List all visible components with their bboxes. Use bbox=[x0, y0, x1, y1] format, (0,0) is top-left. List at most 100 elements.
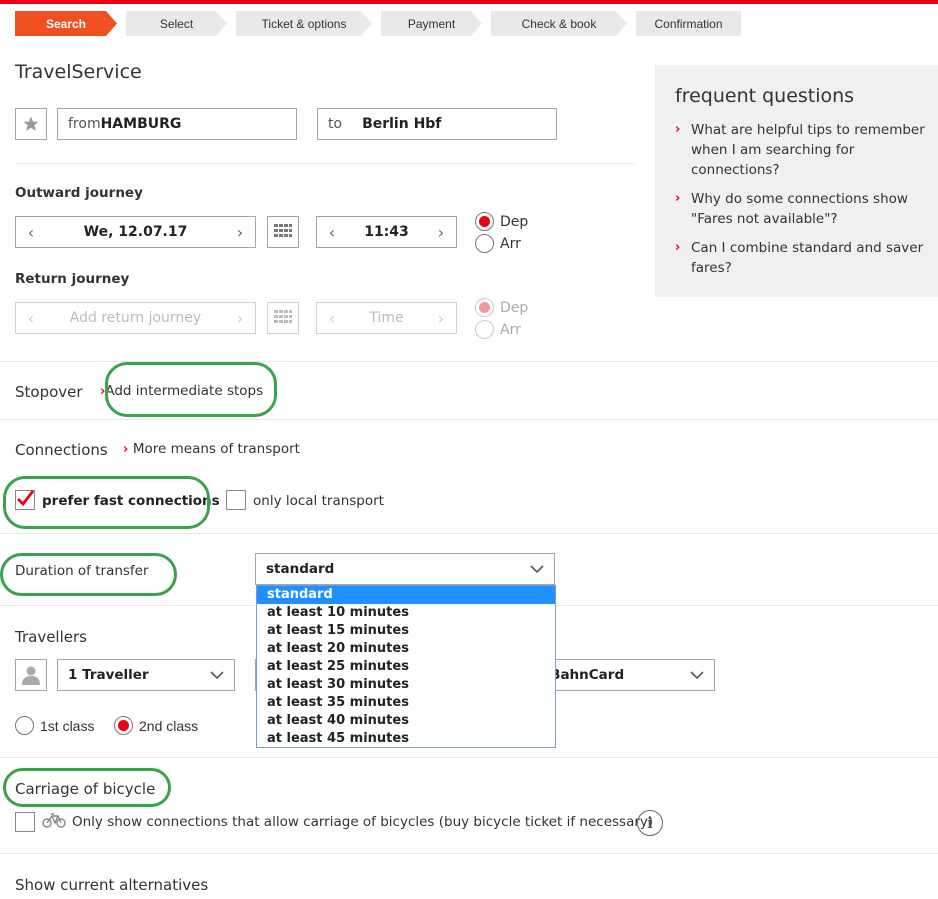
return-calendar-button[interactable] bbox=[267, 302, 299, 334]
outward-arr-label: Arr bbox=[500, 236, 521, 252]
bicycle-label: Only show connections that allow carriag… bbox=[72, 814, 654, 830]
chevron-right-icon[interactable]: › bbox=[426, 303, 456, 333]
highlight-ring bbox=[3, 768, 171, 807]
faq-item[interactable]: › Can I combine standard and saver fares? bbox=[675, 238, 925, 278]
chevron-down-icon bbox=[210, 671, 224, 680]
calendar-grid-icon bbox=[274, 224, 292, 237]
traveller-avatar bbox=[15, 659, 47, 691]
dropdown-option[interactable]: at least 20 minutes bbox=[257, 640, 555, 658]
travellers-label: Travellers bbox=[15, 628, 87, 646]
dropdown-option[interactable]: at least 30 minutes bbox=[257, 676, 555, 694]
return-dep-label: Dep bbox=[500, 300, 529, 316]
step-check-book[interactable]: Check & book bbox=[491, 11, 627, 36]
outward-dep-label: Dep bbox=[500, 214, 529, 230]
chevron-right-icon: › bbox=[675, 122, 681, 137]
faq-item[interactable]: › What are helpful tips to remember when … bbox=[675, 120, 925, 180]
return-arr-label: Arr bbox=[500, 322, 521, 338]
chevron-left-icon[interactable]: ‹ bbox=[16, 303, 46, 333]
step-select[interactable]: Select bbox=[126, 11, 227, 36]
transfer-selected-value: standard bbox=[266, 561, 335, 577]
first-class-label: 1st class bbox=[40, 718, 95, 734]
dropdown-option[interactable]: at least 40 minutes bbox=[257, 712, 555, 730]
favorite-button[interactable] bbox=[15, 108, 47, 140]
dropdown-option[interactable]: at least 10 minutes bbox=[257, 604, 555, 622]
faq-item-text: Why do some connections show "Fares not … bbox=[691, 191, 908, 227]
return-dep-radio[interactable] bbox=[475, 298, 494, 317]
second-class-radio[interactable] bbox=[114, 716, 133, 735]
star-icon bbox=[23, 116, 39, 131]
chevron-right-icon[interactable]: › bbox=[426, 217, 456, 247]
faq-item-text: Can I combine standard and saver fares? bbox=[691, 240, 924, 276]
divider bbox=[0, 853, 938, 854]
person-icon bbox=[22, 666, 40, 685]
dropdown-option[interactable]: at least 15 minutes bbox=[257, 622, 555, 640]
divider bbox=[0, 533, 938, 534]
dropdown-option[interactable]: standard bbox=[257, 586, 555, 604]
traveller-count-select[interactable]: 1 Traveller bbox=[57, 659, 235, 691]
divider bbox=[0, 757, 938, 758]
top-accent-bar bbox=[0, 0, 938, 4]
outward-journey-label: Outward journey bbox=[15, 185, 143, 201]
return-time-picker[interactable]: ‹ Time › bbox=[316, 302, 457, 334]
highlight-ring bbox=[0, 553, 177, 596]
return-arr-radio[interactable] bbox=[475, 320, 494, 339]
return-journey-label: Return journey bbox=[15, 271, 130, 287]
outward-time-picker[interactable]: ‹ 11:43 › bbox=[316, 216, 457, 248]
from-prefix: from bbox=[68, 116, 101, 132]
outward-calendar-button[interactable] bbox=[267, 216, 299, 248]
traveller-count-value: 1 Traveller bbox=[68, 667, 149, 683]
chevron-down-icon bbox=[530, 565, 544, 574]
only-local-label: only local transport bbox=[253, 493, 384, 509]
dropdown-option[interactable]: at least 45 minutes bbox=[257, 730, 555, 748]
return-time-placeholder: Time bbox=[369, 310, 404, 326]
dropdown-option[interactable]: at least 25 minutes bbox=[257, 658, 555, 676]
outward-date: We, 12.07.17 bbox=[83, 224, 188, 240]
highlight-ring bbox=[105, 362, 277, 417]
step-confirmation[interactable]: Confirmation bbox=[636, 11, 741, 36]
transfer-duration-select[interactable]: standard bbox=[255, 553, 555, 585]
transfer-duration-dropdown: standard at least 10 minutes at least 15… bbox=[256, 585, 556, 748]
chevron-left-icon[interactable]: ‹ bbox=[317, 303, 347, 333]
bicycle-icon bbox=[42, 813, 66, 828]
highlight-ring bbox=[3, 476, 210, 529]
to-prefix: to bbox=[328, 116, 343, 132]
return-date-picker[interactable]: ‹ Add return journey › bbox=[15, 302, 256, 334]
to-value: Berlin Hbf bbox=[362, 116, 442, 132]
show-current-alternatives[interactable]: Show current alternatives bbox=[15, 876, 208, 894]
calendar-grid-icon bbox=[274, 310, 292, 323]
chevron-left-icon[interactable]: ‹ bbox=[16, 217, 46, 247]
chevron-down-icon bbox=[690, 671, 704, 680]
divider bbox=[0, 419, 938, 420]
return-date-placeholder: Add return journey bbox=[69, 310, 202, 326]
chevron-left-icon[interactable]: ‹ bbox=[317, 217, 347, 247]
outward-time: 11:43 bbox=[364, 224, 409, 240]
step-ticket-options[interactable]: Ticket & options bbox=[236, 11, 372, 36]
info-icon[interactable]: i bbox=[637, 810, 663, 836]
from-field[interactable]: from HAMBURG bbox=[57, 108, 297, 140]
second-class-label: 2nd class bbox=[139, 718, 199, 734]
to-field[interactable]: to Berlin Hbf bbox=[317, 108, 557, 140]
step-payment[interactable]: Payment bbox=[381, 11, 482, 36]
outward-dep-radio[interactable] bbox=[475, 212, 494, 231]
outward-date-picker[interactable]: ‹ We, 12.07.17 › bbox=[15, 216, 256, 248]
chevron-right-icon[interactable]: › bbox=[225, 217, 255, 247]
connections-label: Connections bbox=[15, 441, 108, 459]
bicycle-checkbox[interactable] bbox=[15, 812, 35, 832]
step-search[interactable]: Search bbox=[15, 11, 117, 36]
stopover-label: Stopover bbox=[15, 383, 83, 401]
faq-item[interactable]: › Why do some connections show "Fares not… bbox=[675, 189, 925, 229]
more-means-label: More means of transport bbox=[132, 441, 300, 457]
only-local-checkbox[interactable] bbox=[226, 490, 246, 510]
dropdown-option[interactable]: at least 35 minutes bbox=[257, 694, 555, 712]
faq-title: frequent questions bbox=[675, 85, 855, 107]
chevron-right-icon: › bbox=[123, 442, 133, 457]
faq-item-text: What are helpful tips to remember when I… bbox=[691, 122, 925, 178]
page-title: TravelService bbox=[15, 61, 142, 83]
more-means-of-transport-link[interactable]: › More means of transport bbox=[123, 441, 300, 457]
first-class-radio[interactable] bbox=[15, 716, 34, 735]
divider bbox=[15, 163, 635, 164]
from-value: HAMBURG bbox=[100, 116, 182, 132]
chevron-right-icon[interactable]: › bbox=[225, 303, 255, 333]
outward-arr-radio[interactable] bbox=[475, 234, 494, 253]
chevron-right-icon: › bbox=[675, 191, 681, 206]
